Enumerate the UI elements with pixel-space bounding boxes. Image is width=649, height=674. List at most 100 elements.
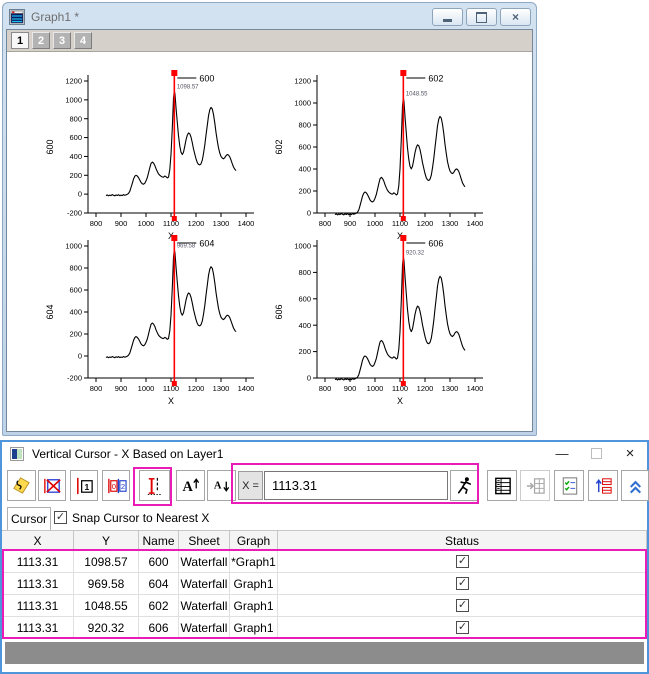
minimize-icon (443, 18, 452, 22)
runner-icon (457, 477, 472, 494)
svg-text:600: 600 (45, 139, 55, 154)
spectrum-plot-1[interactable]: 800 900 1000 1100 1200 1300 1400-2000200400600… (38, 67, 266, 249)
graph-window-titlebar[interactable]: Graph1 * × (3, 3, 536, 29)
svg-text:604: 604 (199, 239, 214, 249)
go-button[interactable] (450, 470, 479, 501)
dialog-toolbar: 1 02 A A X = (2, 465, 649, 506)
close-icon: × (625, 445, 635, 462)
layer-tab-2[interactable]: 2 (32, 32, 50, 49)
dialog-minimize-button[interactable]: — (545, 442, 579, 465)
cursor-tab[interactable]: Cursor (7, 507, 51, 530)
svg-text:900: 900 (115, 219, 128, 228)
spectrum-plot-2[interactable]: 800 900 1000 1100 1200 1300 140002004006008001… (267, 67, 495, 249)
column-header-sheet: Sheet (179, 531, 230, 550)
status-cell: ✓ (278, 551, 647, 572)
svg-text:1400: 1400 (467, 384, 484, 393)
table-cell: 1113.31 (2, 617, 74, 638)
dialog-icon (10, 446, 24, 461)
graph-client-area: 1 2 3 4 800 900 1000 1100 1200 1300 1400 -200 0 2… (6, 29, 533, 432)
row-status-checkbox[interactable]: ✓ (456, 555, 469, 568)
info-table-button[interactable] (487, 470, 517, 501)
table-row[interactable]: 1113.31 920.32 606 Waterfall Graph1 ✓ (2, 617, 647, 639)
layer-tab-1[interactable]: 1 (11, 32, 29, 49)
x-value-input[interactable] (264, 471, 448, 500)
dialog-maximize-button[interactable] (579, 442, 613, 465)
svg-text:1000: 1000 (65, 95, 82, 104)
row-status-checkbox[interactable]: ✓ (456, 621, 469, 634)
svg-text:200: 200 (69, 330, 82, 339)
table-row[interactable]: 1113.31 969.58 604 Waterfall Graph1 ✓ (2, 573, 647, 595)
table-cell: 969.58 (74, 573, 139, 594)
svg-text:1000: 1000 (294, 242, 311, 251)
svg-text:400: 400 (298, 165, 311, 174)
table-cell: 1113.31 (2, 573, 74, 594)
table-cell: 1098.57 (74, 551, 139, 572)
graph-close-button[interactable]: × (500, 8, 531, 26)
vertical-cursor-icon (147, 477, 163, 496)
output-worksheet-button[interactable] (520, 470, 550, 501)
empty-row-area (5, 642, 644, 664)
svg-text:600: 600 (298, 294, 311, 303)
svg-text:1300: 1300 (442, 384, 459, 393)
row-status-checkbox[interactable]: ✓ (456, 577, 469, 590)
graph-minimize-button[interactable] (432, 8, 463, 26)
font-decrease-icon: A (214, 480, 230, 492)
layer-tab-4[interactable]: 4 (74, 32, 92, 49)
table-cell: 604 (139, 573, 179, 594)
table-row[interactable]: 1113.31 1098.57 600 Waterfall *Graph1 ✓ (2, 551, 647, 573)
cursor-table-body: 1113.31 1098.57 600 Waterfall *Graph1 ✓ 1113.3… (2, 551, 647, 639)
table-cell: Waterfall (179, 551, 230, 572)
table-cell: Graph1 (230, 595, 278, 616)
output-worksheet-icon (526, 478, 545, 494)
svg-text:1300: 1300 (213, 384, 230, 393)
table-cell: 920.32 (74, 617, 139, 638)
svg-text:A: A (214, 480, 222, 491)
graph-window: Graph1 * × 1 2 3 4 800 900 1000 1100 1200 130… (2, 2, 537, 436)
remove-label-button[interactable] (38, 470, 66, 501)
graph-restore-button[interactable] (466, 8, 497, 26)
checklist-icon (562, 477, 577, 495)
maximize-icon (590, 448, 602, 459)
cursor-pair-button[interactable]: 02 (102, 470, 130, 501)
svg-text:800: 800 (69, 264, 82, 273)
update-plot-button[interactable] (588, 470, 618, 501)
svg-text:-200: -200 (67, 209, 82, 218)
snap-checkbox-label: Snap Cursor to Nearest X (72, 511, 210, 525)
font-decrease-button[interactable]: A (207, 470, 236, 501)
table-cell: *Graph1 (230, 551, 278, 572)
cursor-one-button[interactable]: 1 (70, 470, 98, 501)
table-row[interactable]: 1113.31 1048.55 602 Waterfall Graph1 ✓ (2, 595, 647, 617)
table-cell: 1113.31 (2, 595, 74, 616)
svg-text:900: 900 (344, 384, 357, 393)
svg-text:1300: 1300 (213, 219, 230, 228)
table-cell: Waterfall (179, 573, 230, 594)
svg-text:1200: 1200 (65, 77, 82, 86)
svg-text:800: 800 (298, 121, 311, 130)
status-cell: ✓ (278, 573, 647, 594)
svg-text:800: 800 (298, 268, 311, 277)
layer-tab-3[interactable]: 3 (53, 32, 71, 49)
spectrum-plot-3[interactable]: 800 900 1000 1100 1200 1300 1400-2000200400600… (38, 232, 266, 414)
snap-checkbox[interactable]: ✓ (54, 511, 67, 524)
svg-text:1098.57: 1098.57 (177, 85, 199, 91)
svg-text:0: 0 (307, 374, 311, 383)
spectrum-plot-4[interactable]: 800 900 1000 1100 1200 1300 140002004006008001… (267, 232, 495, 414)
svg-text:1400: 1400 (238, 384, 255, 393)
table-cell: Waterfall (179, 617, 230, 638)
svg-text:1200: 1200 (188, 219, 205, 228)
vertical-cursor-button[interactable] (139, 470, 170, 501)
dialog-title: Vertical Cursor - X Based on Layer1 (32, 446, 224, 461)
dialog-close-button[interactable]: × (613, 442, 647, 465)
column-header-x: X (2, 531, 74, 550)
column-header-graph: Graph (230, 531, 278, 550)
svg-text:2: 2 (120, 482, 124, 491)
annotation-button[interactable] (7, 470, 36, 501)
font-increase-button[interactable]: A (176, 470, 205, 501)
svg-text:200: 200 (69, 171, 82, 180)
dialog-titlebar[interactable]: Vertical Cursor - X Based on Layer1 — × (2, 442, 647, 465)
row-status-checkbox[interactable]: ✓ (456, 599, 469, 612)
preferences-button[interactable] (554, 470, 584, 501)
svg-text:1000: 1000 (367, 219, 384, 228)
svg-text:800: 800 (69, 114, 82, 123)
collapse-button[interactable] (621, 470, 649, 501)
